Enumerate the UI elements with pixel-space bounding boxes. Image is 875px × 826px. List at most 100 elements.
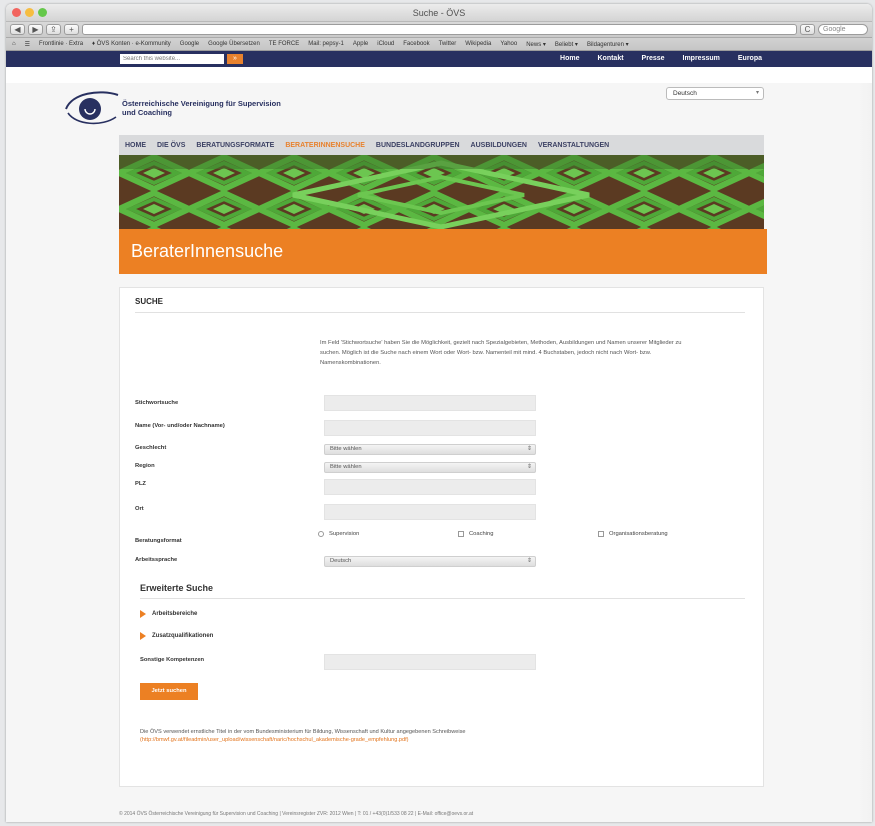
page-content: Österreichische Vereinigung für Supervis… xyxy=(6,83,872,822)
nav-ausbildungen[interactable]: AUSBILDUNGEN xyxy=(471,142,527,149)
advanced-search-heading: Erweiterte Suche xyxy=(140,583,214,593)
window-title: Suche - ÖVS xyxy=(412,8,466,18)
top-link-europa[interactable]: Europa xyxy=(738,51,762,67)
title-notice: Die ÖVS verwendet ernstliche Titel in de… xyxy=(140,728,700,744)
bookmark-item[interactable]: iCloud xyxy=(377,41,394,47)
ort-input[interactable] xyxy=(324,504,536,520)
updown-icon: ⇕ xyxy=(526,446,532,452)
label-plz: PLZ xyxy=(135,481,146,487)
checkbox-supervision[interactable]: Supervision xyxy=(318,531,359,537)
bookmark-item[interactable]: Facebook xyxy=(403,41,429,47)
checkbox-organisationsberatung[interactable]: Organisationsberatung xyxy=(598,531,668,537)
bookmark-item[interactable]: Bildagenturen ▾ xyxy=(587,41,629,48)
checkbox-icon xyxy=(598,531,604,537)
top-links: Home Kontakt Presse Impressum Europa xyxy=(560,51,762,67)
close-window-button[interactable] xyxy=(12,8,21,17)
bookmark-item[interactable]: Yahoo xyxy=(500,41,517,47)
arbeitssprache-value: Deutsch xyxy=(330,558,352,564)
bookmark-item[interactable]: Google xyxy=(180,41,199,47)
back-button[interactable]: ◀ xyxy=(10,24,25,35)
expander-zusatzqualifikationen[interactable]: Zusatzqualifikationen xyxy=(140,632,213,640)
bookmark-item[interactable]: Beliebt ▾ xyxy=(555,41,578,48)
geschlecht-select[interactable]: Bitte wählen ⇕ xyxy=(324,444,536,455)
new-tab-button[interactable]: + xyxy=(64,24,79,35)
nav-home[interactable]: HOME xyxy=(125,142,146,149)
reload-icon[interactable]: C xyxy=(800,24,815,35)
geschlecht-value: Bitte wählen xyxy=(330,446,362,452)
label-stichwortsuche: Stichwortsuche xyxy=(135,400,179,406)
bookmark-item[interactable]: ♦ ÖVS Konten · e-Kommunity xyxy=(92,41,171,47)
browser-search-field[interactable]: Google xyxy=(818,24,868,35)
top-link-impressum[interactable]: Impressum xyxy=(683,51,720,67)
arbeitssprache-select[interactable]: Deutsch ⇕ xyxy=(324,556,536,567)
bookmark-item[interactable]: Twitter xyxy=(439,41,457,47)
intro-text: Im Feld 'Stichwortsuche' haben Sie die M… xyxy=(320,340,682,366)
zoom-window-button[interactable] xyxy=(38,8,47,17)
label-region: Region xyxy=(135,463,155,469)
site-search-button[interactable]: » xyxy=(227,54,243,64)
oevs-logo[interactable] xyxy=(62,87,122,127)
updown-icon: ⇕ xyxy=(526,558,532,564)
region-select[interactable]: Bitte wählen ⇕ xyxy=(324,462,536,473)
checkbox-coaching[interactable]: Coaching xyxy=(458,531,494,537)
bookmark-item[interactable]: ⌂ xyxy=(12,41,16,47)
bookmark-item[interactable]: News ▾ xyxy=(526,41,546,48)
plz-input[interactable] xyxy=(324,479,536,495)
label-beratungsformat: Beratungsformat xyxy=(135,538,182,544)
browser-toolbar: ◀ ▶ ⇪ + C Google xyxy=(6,22,872,38)
site-search-input[interactable] xyxy=(120,54,224,64)
language-value: Deutsch xyxy=(673,90,697,97)
triangle-right-icon xyxy=(140,610,146,618)
notice-link[interactable]: (http://bmwf.gv.at/fileadmin/user_upload… xyxy=(140,737,409,743)
nav-die-oevs[interactable]: DIE ÖVS xyxy=(157,142,185,149)
expander-arbeitsbereiche[interactable]: Arbeitsbereiche xyxy=(140,610,197,618)
top-link-home[interactable]: Home xyxy=(560,51,579,67)
bookmark-item[interactable]: ☰ xyxy=(25,41,30,48)
bookmark-item[interactable]: Frontlinie · Extra xyxy=(39,41,83,47)
scroll-edge xyxy=(858,83,872,822)
nav-beraterinnensuche[interactable]: BERATERINNENSUCHE xyxy=(285,142,365,149)
sonstige-kompetenzen-input[interactable] xyxy=(324,654,536,670)
notice-text: Die ÖVS verwendet ernstliche Titel in de… xyxy=(140,729,466,735)
search-heading: SUCHE xyxy=(135,297,164,306)
top-link-kontakt[interactable]: Kontakt xyxy=(597,51,623,67)
language-select[interactable]: Deutsch ▾ xyxy=(666,87,764,100)
name-input[interactable] xyxy=(324,420,536,436)
window-controls xyxy=(12,8,47,17)
submit-search-button[interactable]: Jetzt suchen xyxy=(140,683,198,700)
address-bar[interactable] xyxy=(82,24,797,35)
region-value: Bitte wählen xyxy=(330,464,362,470)
search-form-card: SUCHE Im Feld 'Stichwortsuche' haben Sie… xyxy=(119,287,764,787)
label-sonstige-kompetenzen: Sonstige Kompetenzen xyxy=(140,657,205,663)
nav-beratungsformate[interactable]: BERATUNGSFORMATE xyxy=(196,142,274,149)
triangle-right-icon xyxy=(140,632,146,640)
bookmarks-bar: ⌂ ☰ Frontlinie · Extra ♦ ÖVS Konten · e-… xyxy=(6,38,872,51)
forward-button[interactable]: ▶ xyxy=(28,24,43,35)
bookmark-item[interactable]: Google Übersetzen xyxy=(208,41,260,47)
chevron-down-icon: ▾ xyxy=(755,90,759,96)
share-icon[interactable]: ⇪ xyxy=(46,24,61,35)
nav-bundeslandgruppen[interactable]: BUNDESLANDGRUPPEN xyxy=(376,142,460,149)
label-arbeitssprache: Arbeitssprache xyxy=(135,557,178,563)
browser-window: Suche - ÖVS ◀ ▶ ⇪ + C Google ⌂ ☰ Frontli… xyxy=(6,4,872,822)
radio-icon xyxy=(318,531,324,537)
bookmark-item[interactable]: Wikipedia xyxy=(465,41,491,47)
divider xyxy=(135,312,745,313)
checkbox-label: Coaching xyxy=(469,531,494,537)
bookmark-item[interactable]: TE FORCE xyxy=(269,41,299,47)
bookmark-item[interactable]: Apple xyxy=(353,41,368,47)
checkbox-icon xyxy=(458,531,464,537)
checkbox-label: Supervision xyxy=(329,531,360,537)
site-top-bar: » Home Kontakt Presse Impressum Europa xyxy=(6,51,872,67)
stichwortsuche-input[interactable] xyxy=(324,395,536,411)
expander-label: Zusatzqualifikationen xyxy=(152,633,214,639)
checkbox-label: Organisationsberatung xyxy=(609,531,668,537)
bookmark-item[interactable]: Mail: pepsy-1 xyxy=(308,41,344,47)
label-ort: Ort xyxy=(135,506,144,512)
label-name: Name (Vor- und/oder Nachname) xyxy=(135,423,225,429)
page-title: BeraterInnensuche xyxy=(119,229,767,274)
minimize-window-button[interactable] xyxy=(25,8,34,17)
label-geschlecht: Geschlecht xyxy=(135,445,167,451)
nav-veranstaltungen[interactable]: VERANSTALTUNGEN xyxy=(538,142,609,149)
top-link-presse[interactable]: Presse xyxy=(642,51,665,67)
